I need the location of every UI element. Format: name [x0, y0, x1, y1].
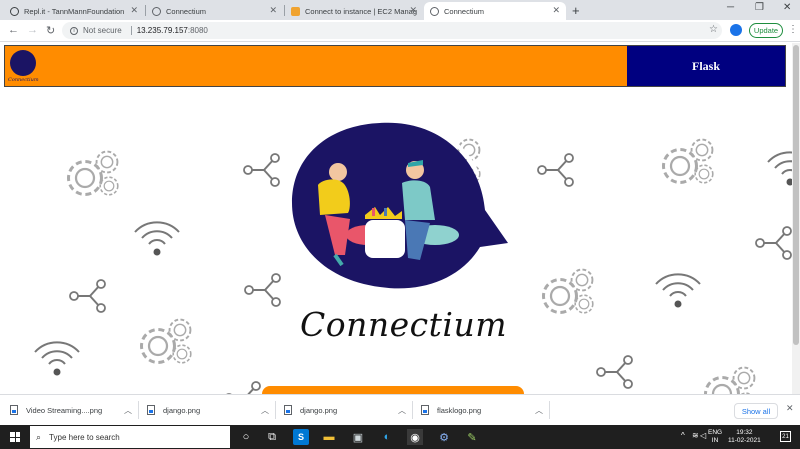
close-icon[interactable]: ✕ [409, 5, 417, 16]
download-divider [549, 401, 550, 419]
clock-time: 19:32 [736, 429, 753, 436]
tab-connectium-active[interactable]: Connectium ✕ [424, 2, 566, 20]
tab-strip: Repl.it - TannMannFoundation ✕ Connectiu… [0, 0, 800, 20]
show-all-button[interactable]: Show all [734, 403, 778, 419]
notification-count: 21 [782, 433, 789, 440]
close-icon[interactable]: ✕ [269, 5, 277, 16]
store-icon[interactable]: ▣ [350, 429, 366, 445]
tray-chevron-icon[interactable]: ^ [681, 431, 685, 440]
notification-center-icon[interactable]: 21 [780, 431, 791, 442]
wifi-icon[interactable]: ≋ [692, 431, 699, 440]
tab-title: Connect to instance | EC2 Manag [305, 6, 418, 16]
image-file-icon [147, 405, 155, 415]
close-icon[interactable]: ✕ [786, 403, 794, 414]
download-filename: Video Streaming....png [26, 405, 103, 415]
address-divider [130, 26, 132, 35]
chevron-up-icon[interactable]: ︿ [535, 405, 543, 416]
chrome-icon[interactable]: ◉ [407, 429, 423, 445]
chevron-up-icon[interactable]: ︿ [398, 405, 406, 416]
site-navbar: Connectium Flask [4, 45, 786, 87]
logo-emblem [10, 50, 36, 76]
download-item[interactable]: Video Streaming....png ︿ [10, 398, 138, 422]
windows-start-icon[interactable] [10, 432, 20, 442]
url-port: :8080 [187, 26, 208, 35]
menu-icon[interactable]: ⋮ [788, 24, 798, 35]
tab-title: Connectium [444, 6, 485, 16]
profile-avatar[interactable] [730, 24, 742, 36]
aws-icon [291, 6, 300, 16]
cta-button[interactable] [262, 386, 524, 394]
download-bar: Video Streaming....png ︿ django.png ︿ dj… [0, 394, 800, 425]
chevron-up-icon[interactable]: ︿ [124, 405, 132, 416]
file-explorer-icon[interactable]: ▬ [321, 429, 337, 445]
address-bar[interactable]: i Not secure 13.235.79.157:8080 [62, 22, 722, 39]
brand-title: Connectium [300, 305, 507, 344]
download-filename: django.png [163, 405, 201, 415]
download-item[interactable]: flasklogo.png ︿ [421, 398, 549, 422]
back-button[interactable]: ← [8, 24, 19, 36]
download-item[interactable]: django.png ︿ [147, 398, 275, 422]
nav-link-flask[interactable]: Flask [627, 46, 785, 86]
tab-replit[interactable]: Repl.it - TannMannFoundation ✕ [4, 2, 144, 20]
close-icon[interactable]: ✕ [130, 5, 138, 16]
download-filename: django.png [300, 405, 338, 415]
hero-illustration [292, 122, 508, 289]
security-label: Not secure [83, 26, 122, 35]
forward-button[interactable]: → [27, 24, 38, 36]
lang-region: IN [711, 437, 719, 444]
lang-code: ENG [708, 429, 723, 436]
download-divider [412, 401, 413, 419]
image-file-icon [10, 405, 18, 415]
tab-connectium-1[interactable]: Connectium ✕ [146, 2, 283, 20]
skype-icon[interactable]: S [293, 429, 309, 445]
image-file-icon [421, 405, 429, 415]
new-tab-button[interactable]: + [572, 3, 580, 18]
window-close-button[interactable]: ✕ [783, 2, 791, 13]
globe-icon [430, 6, 439, 16]
url-host: 13.235.79.157 [136, 26, 188, 35]
scrollbar-thumb[interactable] [793, 45, 799, 345]
download-filename: flasklogo.png [437, 405, 482, 415]
download-item[interactable]: django.png ︿ [284, 398, 412, 422]
info-icon[interactable]: i [70, 26, 78, 35]
page-viewport: Connectium Flask Connectium [0, 43, 800, 394]
download-divider [138, 401, 139, 419]
logo-text: Connectium [8, 77, 39, 83]
network-app-icon[interactable]: ⚙ [436, 429, 452, 445]
globe-icon [152, 6, 161, 16]
page-scrollbar[interactable] [792, 43, 800, 394]
clock-date: 11-02-2021 [728, 437, 761, 444]
search-icon: ⌕ [36, 431, 42, 442]
search-placeholder: Type here to search [49, 432, 120, 442]
clock[interactable]: 19:32 11-02-2021 [728, 429, 761, 445]
tab-title: Connectium [166, 6, 207, 16]
language-indicator[interactable]: ENG IN [708, 429, 722, 445]
volume-icon[interactable]: ◁ [700, 431, 706, 440]
cortana-icon[interactable]: ○ [238, 429, 254, 445]
update-button[interactable]: Update [749, 23, 783, 38]
replit-icon [10, 6, 19, 16]
site-logo[interactable]: Connectium [7, 48, 45, 86]
chevron-up-icon[interactable]: ︿ [261, 405, 269, 416]
tab-title: Repl.it - TannMannFoundation [24, 6, 125, 16]
download-divider [275, 401, 276, 419]
edge-icon[interactable]: ◐ [379, 429, 395, 445]
tab-ec2[interactable]: Connect to instance | EC2 Manag ✕ [285, 2, 423, 20]
restore-button[interactable]: ❐ [755, 2, 764, 13]
reload-button[interactable]: ↻ [46, 24, 55, 37]
taskbar-search[interactable]: ⌕ Type here to search [30, 426, 230, 448]
windows-taskbar: ⌕ Type here to search ○ ⧉ S ▬ ▣ ◐ ◉ ⚙ ✎ … [0, 425, 800, 449]
task-view-icon[interactable]: ⧉ [264, 429, 280, 445]
close-icon[interactable]: ✕ [552, 5, 560, 16]
minimize-button[interactable]: ─ [727, 2, 734, 13]
app-icon[interactable]: ✎ [464, 429, 480, 445]
bookmark-star-icon[interactable]: ☆ [709, 24, 718, 35]
browser-toolbar: ← → ↻ i Not secure 13.235.79.157:8080 ☆ … [0, 20, 800, 42]
image-file-icon [284, 405, 292, 415]
